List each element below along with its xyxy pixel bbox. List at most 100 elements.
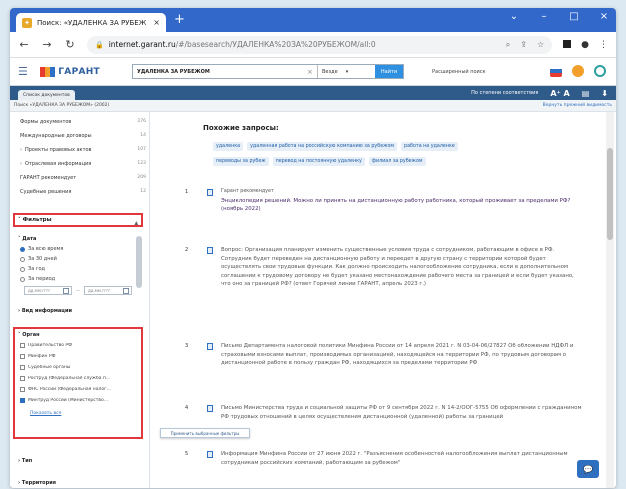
window-controls: ⌄ – □ × xyxy=(506,11,612,22)
document-icon xyxy=(207,451,213,458)
settings-icon[interactable] xyxy=(594,65,606,77)
date-filter-header[interactable]: ˅ Дата xyxy=(18,236,36,242)
close-window-icon[interactable]: × xyxy=(596,11,612,22)
category-item[interactable]: ГАРАНТ рекомендует 209 xyxy=(20,175,146,181)
minimize-icon[interactable]: – xyxy=(536,11,552,22)
filter-sidebar: ▲ Формы документов 276 Международные дого… xyxy=(10,112,150,488)
header-icons xyxy=(550,65,606,77)
organ-checkbox[interactable]: Минфин РФ xyxy=(20,354,144,359)
reload-icon[interactable]: ↻ xyxy=(64,38,76,51)
bell-icon[interactable] xyxy=(572,65,584,77)
profile-icon[interactable]: ● xyxy=(581,40,589,50)
date-from-input[interactable]: дд.мм.гггг xyxy=(24,286,72,295)
result-title[interactable]: Письмо Министерства труда и социальной з… xyxy=(221,404,585,421)
search-scope-select[interactable]: Везде ▾ xyxy=(317,65,369,78)
advanced-search-link[interactable]: Расширенный поиск xyxy=(432,69,486,75)
chat-support-button[interactable]: 💬 xyxy=(577,460,599,478)
share-icon[interactable]: ⇪ xyxy=(520,40,527,50)
menu-kebab-icon[interactable]: ⋮ xyxy=(599,40,608,50)
url-bar[interactable]: 🔒 internet.garant.ru/#/basesearch/УДАЛЕН… xyxy=(87,35,553,54)
organ-filter-header[interactable]: ˅ Орган xyxy=(18,332,40,338)
organ-checkbox-checked[interactable]: Минтруд России (Министерство... xyxy=(20,398,144,403)
document-icon xyxy=(207,189,213,196)
apply-filters-button[interactable]: Применить выбранные фильтры xyxy=(160,428,250,438)
document-icon xyxy=(207,247,213,254)
show-all-link[interactable]: Показать все xyxy=(30,411,61,416)
maximize-icon[interactable]: □ xyxy=(566,11,582,22)
date-radio-all[interactable]: За всю время xyxy=(20,246,63,252)
font-size-control[interactable]: A⁺ A xyxy=(550,89,569,98)
category-item[interactable]: Формы документов 276 xyxy=(20,119,146,125)
checkbox-icon xyxy=(20,343,25,348)
url-actions: ⌕ ⇪ ☆ xyxy=(506,40,544,50)
flag-icon[interactable] xyxy=(550,65,562,77)
back-icon[interactable]: ← xyxy=(18,38,30,51)
breadcrumb-restore-link[interactable]: Вернуть прежний видимость xyxy=(543,103,612,108)
export-icon[interactable]: ⬇ xyxy=(601,89,608,98)
result-title[interactable]: Энциклопедия решений. Можно ли принять н… xyxy=(221,198,570,213)
calendar-icon[interactable] xyxy=(63,287,69,294)
checkbox-icon xyxy=(20,354,25,359)
sort-select[interactable]: По степени соответствия xyxy=(471,90,538,96)
search-clear-icon[interactable]: × xyxy=(307,68,317,76)
forward-icon[interactable]: → xyxy=(41,38,53,51)
bookmark-star-icon[interactable]: ☆ xyxy=(537,40,544,50)
scrollbar-thumb[interactable] xyxy=(607,148,613,240)
tab-close-icon[interactable]: × xyxy=(153,18,160,27)
category-item[interactable]: Судебные решения 12 xyxy=(20,189,146,195)
filters-header[interactable]: ˅ Фильтры xyxy=(18,217,52,223)
breadcrumb-current: Поиск «УДАЛЕНКА ЗА РУБЕЖОМ» (2002) xyxy=(14,103,110,108)
tab-list-icon[interactable]: ⌄ xyxy=(506,11,522,22)
date-radio-year[interactable]: За год xyxy=(20,266,45,272)
topic-filter-header[interactable]: › Тип xyxy=(18,458,32,464)
zoom-icon[interactable]: ⌕ xyxy=(506,40,510,50)
similar-queries-title: Похожие запросы: xyxy=(203,124,279,132)
result-item[interactable]: 3 Письмо Департамента налоговой политики… xyxy=(185,342,585,368)
subbar-tools: По степени соответствия A⁺ A ▤ ⬇ xyxy=(471,89,608,98)
garant-logo[interactable]: ГАРАНТ xyxy=(40,66,100,77)
date-range-dash: — xyxy=(76,288,80,293)
result-title[interactable]: Информация Минфина России от 27 июня 202… xyxy=(221,450,585,467)
new-tab-button[interactable]: + xyxy=(174,13,185,27)
tab-document-list[interactable]: Список документов xyxy=(18,90,75,100)
hamburger-menu-icon[interactable]: ☰ xyxy=(18,65,32,78)
category-item[interactable]: › Отраслевая информация 123 xyxy=(20,161,146,167)
result-item[interactable]: 5 Информация Минфина России от 27 июня 2… xyxy=(185,450,585,467)
sidebar-scrollbar[interactable] xyxy=(136,236,142,288)
expand-arrow-icon: › xyxy=(20,147,22,153)
result-item[interactable]: 1 Гарант рекомендует Энциклопедия решени… xyxy=(185,188,585,214)
tab-title: Поиск: «УДАЛЕНКА ЗА РУБЕЖ xyxy=(37,18,147,27)
category-item[interactable]: Международные договоры 14 xyxy=(20,133,146,139)
similar-query-chip[interactable]: перевод на постоянную удаленку xyxy=(272,157,365,166)
document-subbar: Список документов По степени соответстви… xyxy=(10,86,616,100)
organ-checkbox[interactable]: ФНС России (Федеральная налог... xyxy=(20,387,144,392)
result-title[interactable]: Вопрос: Организация планирует изменить с… xyxy=(221,246,585,289)
date-to-input[interactable]: дд.мм.гггг xyxy=(84,286,132,295)
browser-tab[interactable]: ✦ Поиск: «УДАЛЕНКА ЗА РУБЕЖ × xyxy=(16,13,166,32)
find-button[interactable]: Найти xyxy=(375,65,403,78)
similar-query-chip[interactable]: работа на удаленке xyxy=(401,142,458,151)
territory-filter-header[interactable]: › Территория xyxy=(18,480,56,486)
breadcrumb: Поиск «УДАЛЕНКА ЗА РУБЕЖОМ» (2002) Верну… xyxy=(10,100,616,112)
info-type-header[interactable]: › Вид информации xyxy=(18,308,72,314)
similar-query-chip[interactable]: удаленка xyxy=(213,142,244,151)
date-radio-30days[interactable]: За 30 дней xyxy=(20,256,57,262)
similar-query-chip[interactable]: удаленная работа на российскую компанию … xyxy=(247,142,398,151)
date-period-inputs: дд.мм.гггг — дд.мм.гггг xyxy=(24,286,132,295)
chat-icon: 💬 xyxy=(583,464,593,474)
category-item[interactable]: › Проекты правовых актов 107 xyxy=(20,147,146,153)
sidebar-toggle-icon[interactable] xyxy=(563,39,572,48)
similar-query-chip[interactable]: филиал за рубежом xyxy=(368,157,426,166)
date-radio-period[interactable]: За период xyxy=(20,276,55,282)
results-scrollbar[interactable] xyxy=(606,112,614,488)
result-item[interactable]: 4 Письмо Министерства труда и социальной… xyxy=(185,404,585,421)
print-icon[interactable]: ▤ xyxy=(582,89,590,98)
organ-checkbox[interactable]: Судебные органы xyxy=(20,365,144,370)
similar-query-chip[interactable]: переводы за рубеж xyxy=(213,157,269,166)
organ-checkbox[interactable]: Роструд (Федеральная служба п... xyxy=(20,376,144,381)
search-input[interactable]: УДАЛЕНКА ЗА РУБЕЖОМ xyxy=(133,69,307,75)
result-item[interactable]: 2 Вопрос: Организация планирует изменить… xyxy=(185,246,585,289)
result-title[interactable]: Письмо Департамента налоговой политики М… xyxy=(221,342,585,368)
calendar-icon[interactable] xyxy=(123,287,129,294)
organ-checkbox[interactable]: Правительство РФ xyxy=(20,343,144,348)
